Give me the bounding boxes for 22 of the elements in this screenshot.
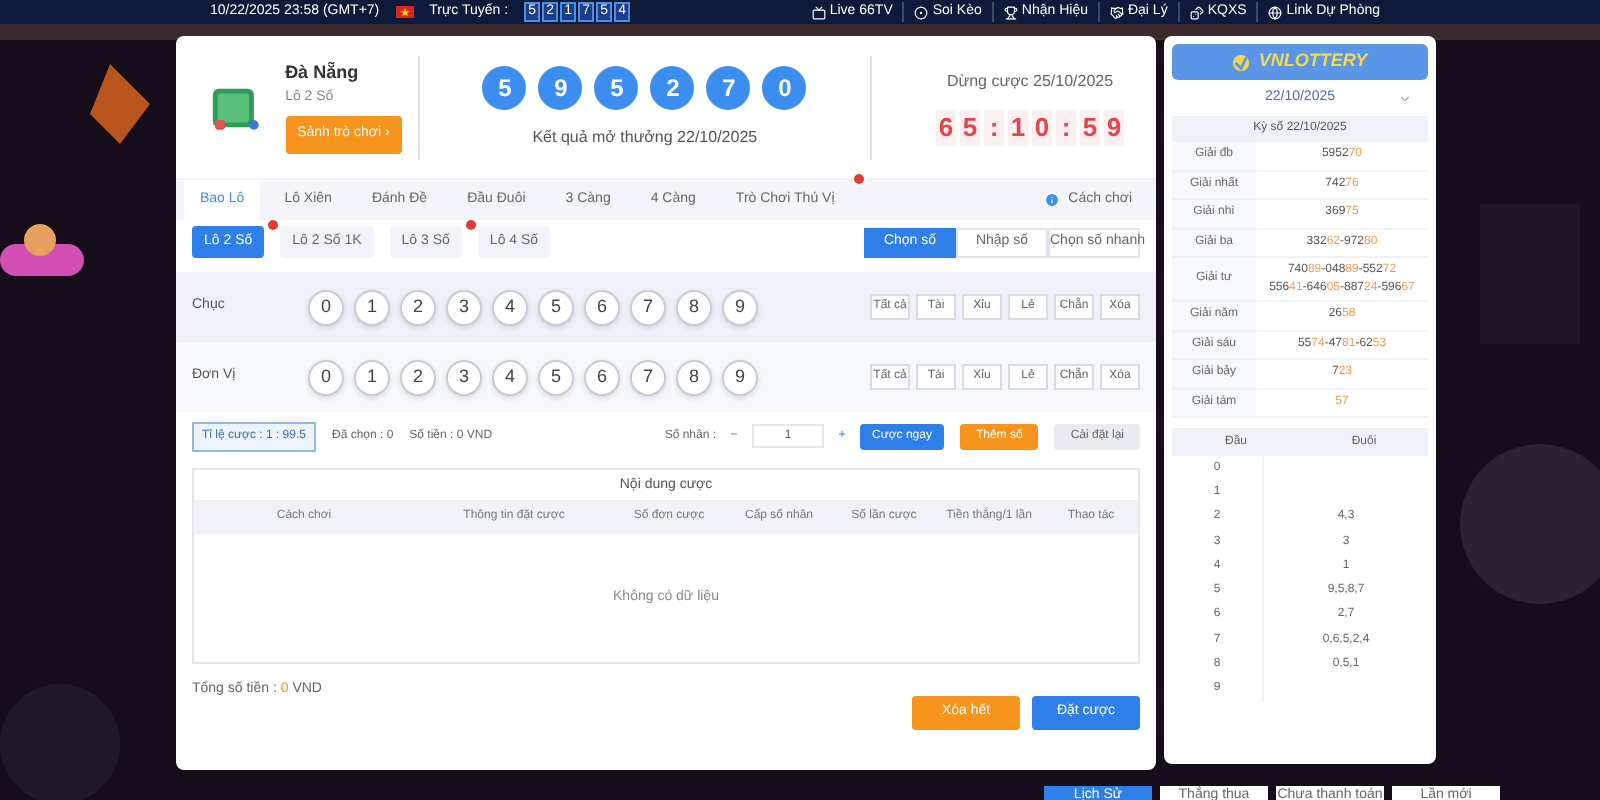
countdown-digit: 1	[1008, 109, 1029, 145]
countdown-digit: :	[1056, 109, 1077, 145]
logo-icon	[1232, 53, 1251, 71]
result-caption: Kết quả mở thưởng 22/10/2025	[532, 125, 758, 149]
chevron-down-icon	[1398, 91, 1412, 105]
countdown-digit: 6	[936, 109, 957, 145]
game-name: Đà Nẵng	[285, 60, 361, 87]
countdown-digit: 0	[1032, 109, 1053, 145]
countdown-digit: 5	[960, 109, 981, 145]
ball-icon	[914, 5, 929, 19]
countdown-digit: :	[984, 109, 1005, 145]
dice-icon	[1189, 5, 1204, 19]
handshake-icon	[1109, 5, 1124, 19]
flag-icon	[395, 6, 414, 18]
betting-close-label: Dừng cược 25/10/2025	[946, 69, 1114, 93]
lottery-logo: VNLOTTERY	[1172, 44, 1428, 80]
info-icon	[1044, 192, 1061, 208]
trophy-icon	[1003, 5, 1018, 19]
globe-icon	[1268, 5, 1283, 19]
countdown-digit: 9	[1104, 109, 1125, 145]
countdown-digit: 5	[1080, 109, 1101, 145]
tv-icon	[811, 5, 826, 19]
